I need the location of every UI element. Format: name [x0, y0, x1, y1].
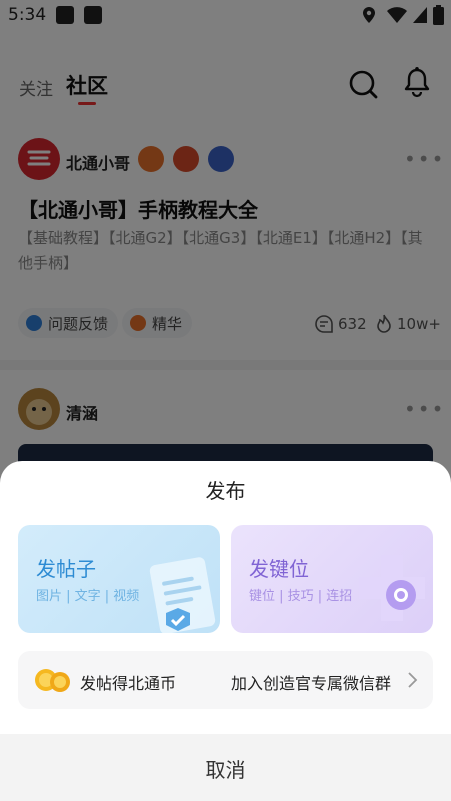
wechat-group-link[interactable]: 加入创造官专属微信群 [231, 670, 391, 694]
coin-icon [35, 669, 70, 692]
create-keymap-subtitle: 键位 | 技巧 | 连招 [249, 589, 353, 604]
coin-promo-text: 发帖得北通币 [80, 674, 177, 693]
create-post-title: 发帖子 [36, 557, 96, 581]
cancel-button[interactable]: 取消 [0, 754, 451, 783]
chevron-right-icon [408, 672, 418, 688]
create-post-subtitle: 图片 | 文字 | 视频 [36, 589, 140, 604]
create-post-card[interactable]: 发帖子 图片 | 文字 | 视频 [18, 525, 220, 633]
gamepad-icon [359, 555, 425, 621]
sheet-title: 发布 [205, 479, 246, 503]
document-icon [149, 557, 216, 633]
create-keymap-card[interactable]: 发键位 键位 | 技巧 | 连招 [231, 525, 433, 633]
cancel-area: 取消 [0, 734, 451, 801]
publish-sheet: 发布 发帖子 图片 | 文字 | 视频 发键位 键位 | 技巧 | 连招 发帖得… [0, 461, 451, 801]
coin-promo-bar[interactable]: 发帖得北通币 加入创造官专属微信群 [18, 651, 433, 709]
create-keymap-title: 发键位 [249, 557, 309, 581]
